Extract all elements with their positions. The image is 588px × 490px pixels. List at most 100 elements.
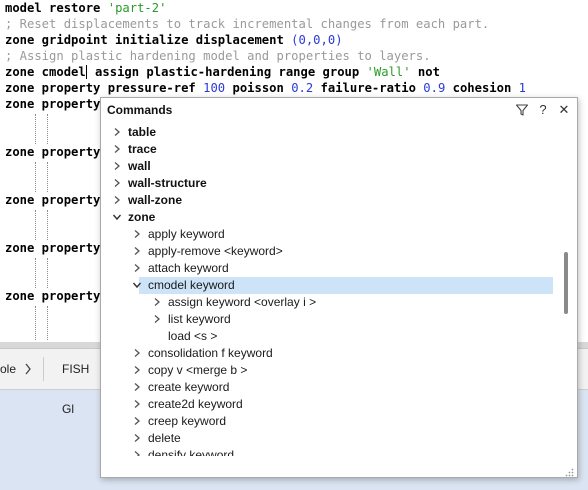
chevron-right-icon[interactable]: [131, 228, 143, 240]
tree-item-label: apply keyword: [148, 227, 225, 241]
tree-item[interactable]: create keyword: [101, 379, 561, 396]
code-line[interactable]: zone gridpoint initialize displacement (…: [5, 32, 343, 48]
tree-item-label: create2d keyword: [148, 397, 243, 411]
text-cursor: [85, 65, 87, 79]
tree-item[interactable]: wall-structure: [101, 175, 561, 192]
chevron-right-icon[interactable]: [131, 381, 143, 393]
code-line[interactable]: zone property: [5, 240, 100, 256]
tab-label: FISH Gl: [62, 362, 90, 416]
code-token: 1: [518, 81, 526, 95]
chevron-right-icon[interactable]: [131, 262, 143, 274]
chevron-right-icon[interactable]: [131, 449, 143, 456]
commands-popup[interactable]: Commands ? ✕ table trace wall wall-structur…: [100, 97, 578, 478]
code-token: zone cmodel: [5, 65, 86, 79]
code-line[interactable]: zone property: [5, 192, 100, 208]
vertical-scrollbar[interactable]: [560, 122, 574, 458]
code-line[interactable]: model restore 'part-2': [5, 0, 166, 16]
chevron-right-icon[interactable]: [151, 296, 163, 308]
popup-titlebar: Commands ? ✕: [101, 98, 577, 122]
chevron-right-icon[interactable]: [131, 398, 143, 410]
code-line[interactable]: zone cmodel assign plastic-hardening ran…: [5, 64, 440, 80]
tree-item-label: wall: [128, 159, 151, 173]
chevron-right-icon[interactable]: [131, 347, 143, 359]
indent-guide: [47, 114, 48, 144]
tree-item[interactable]: creep keyword: [101, 413, 561, 430]
tree-item[interactable]: consolidation f keyword: [101, 345, 561, 362]
chevron-right-icon: [23, 349, 33, 405]
tab-console[interactable]: ole: [0, 349, 44, 389]
tree-item-label: delete: [148, 431, 181, 445]
tree-item[interactable]: cmodel keyword: [132, 277, 553, 294]
chevron-down-icon[interactable]: [131, 279, 143, 291]
tree-item[interactable]: zone: [101, 209, 561, 226]
indent-guide: [47, 162, 48, 192]
tree-item-label: create keyword: [148, 380, 230, 394]
tab-separator: [43, 357, 44, 381]
code-token: zone property: [5, 145, 101, 159]
command-tree[interactable]: table trace wall wall-structure wall-zone zon…: [101, 122, 561, 456]
resize-grip-icon[interactable]: [564, 464, 574, 477]
indent-guide: [35, 210, 36, 240]
code-token: 0.2: [291, 81, 314, 95]
tree-item[interactable]: densify keyword: [101, 447, 561, 456]
code-token: ; Assign plastic hardening model and pro…: [5, 49, 431, 63]
code-token: poisson: [225, 81, 292, 95]
tree-item-label: table: [128, 125, 157, 139]
code-token: zone property pressure-ref: [5, 81, 204, 95]
tree-item-label: trace: [128, 142, 157, 156]
code-line[interactable]: zone property: [5, 144, 100, 160]
indent-guide: [47, 258, 48, 288]
indent-guide: [35, 114, 36, 144]
code-token: 'Wall': [366, 65, 411, 79]
indent-guide: [47, 306, 48, 340]
chevron-right-icon[interactable]: [151, 313, 163, 325]
tree-item[interactable]: list keyword: [101, 311, 561, 328]
tree-item-label: consolidation f keyword: [148, 346, 273, 360]
chevron-right-icon[interactable]: [111, 160, 123, 172]
close-icon[interactable]: ✕: [555, 101, 573, 119]
tree-item-label: copy v <merge b >: [148, 363, 248, 377]
chevron-right-icon[interactable]: [131, 245, 143, 257]
tree-item[interactable]: apply-remove <keyword>: [101, 243, 561, 260]
tree-item[interactable]: create2d keyword: [101, 396, 561, 413]
tree-item-label: zone: [128, 210, 156, 224]
tree-item-label: creep keyword: [148, 414, 227, 428]
indent-guide: [35, 306, 36, 340]
indent-guide: [35, 162, 36, 192]
chevron-right-icon[interactable]: [131, 364, 143, 376]
tree-item-label: wall-zone: [128, 193, 183, 207]
chevron-right-icon[interactable]: [111, 143, 123, 155]
chevron-right-icon[interactable]: [111, 126, 123, 138]
tab-fish-globals[interactable]: FISH Gl: [62, 349, 102, 416]
code-line[interactable]: ; Reset displacements to track increment…: [5, 16, 489, 32]
tree-item-label: load <s >: [168, 329, 218, 343]
tree-item[interactable]: assign keyword <overlay i >: [101, 294, 561, 311]
tree-item[interactable]: wall: [101, 158, 561, 175]
chevron-down-icon[interactable]: [111, 211, 123, 223]
code-token: cohesion: [445, 81, 519, 95]
chevron-right-icon[interactable]: [111, 177, 123, 189]
tree-item[interactable]: apply keyword: [101, 226, 561, 243]
tree-item-label: cmodel keyword: [148, 278, 235, 292]
chevron-right-icon[interactable]: [111, 194, 123, 206]
tree-item[interactable]: copy v <merge b >: [101, 362, 561, 379]
code-line[interactable]: zone property: [5, 96, 100, 112]
tree-item[interactable]: table: [101, 124, 561, 141]
tree-item[interactable]: load <s >: [101, 328, 561, 345]
code-token: 100: [203, 81, 226, 95]
help-icon[interactable]: ?: [534, 101, 552, 119]
scrollbar-thumb[interactable]: [564, 252, 568, 314]
tree-item[interactable]: wall-zone: [101, 192, 561, 209]
tree-item[interactable]: trace: [101, 141, 561, 158]
tree-item[interactable]: attach keyword: [101, 260, 561, 277]
code-line[interactable]: ; Assign plastic hardening model and pro…: [5, 48, 431, 64]
code-token: zone property: [5, 193, 101, 207]
chevron-right-icon[interactable]: [131, 415, 143, 427]
code-line[interactable]: zone property: [5, 288, 100, 304]
code-token: model restore: [5, 1, 108, 15]
code-line[interactable]: zone property pressure-ref 100 poisson 0…: [5, 80, 526, 96]
chevron-right-icon[interactable]: [131, 432, 143, 444]
filter-icon[interactable]: [513, 101, 531, 119]
tree-item[interactable]: delete: [101, 430, 561, 447]
indent-guide: [35, 258, 36, 288]
